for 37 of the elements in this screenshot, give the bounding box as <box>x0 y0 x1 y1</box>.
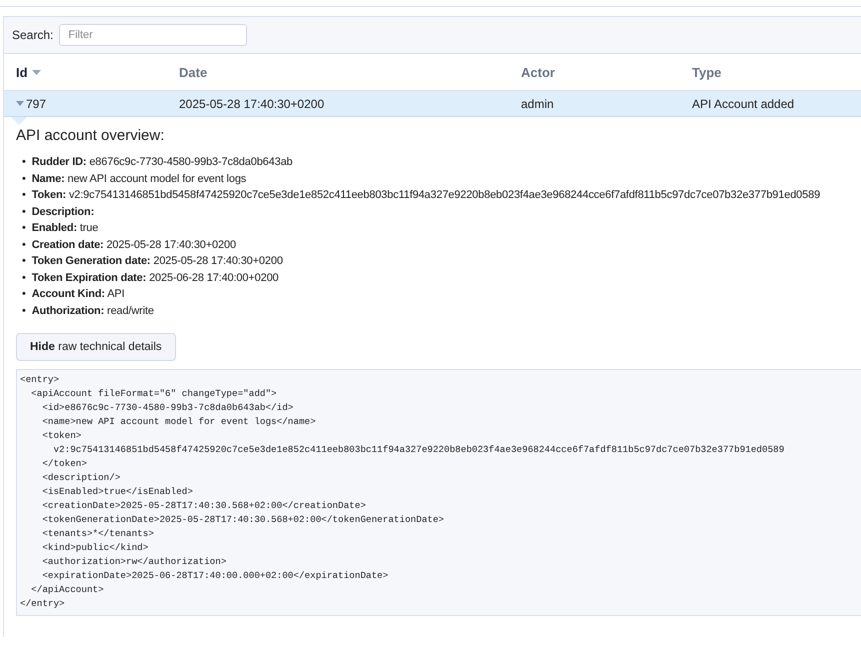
bullet: • <box>22 270 26 286</box>
table-cell: 797 <box>26 96 46 110</box>
bullet: • <box>22 254 26 269</box>
detail-item: Name: new API account model for event logs <box>32 172 246 186</box>
bullet: • <box>22 287 26 302</box>
bullet: • <box>22 238 26 252</box>
bullet: • <box>22 155 26 170</box>
table-row[interactable]: 797 2025-05-28 17:40:30+0200 admin API Account added <box>4 91 861 117</box>
detail-item: Enabled: true <box>32 221 98 236</box>
table-cell-text: admin <box>521 96 555 110</box>
bullet: • <box>22 304 26 318</box>
table-cell-text: 2025-05-28 17:40:30+0200 <box>179 96 326 110</box>
section-title: API account overview: <box>16 127 166 144</box>
bullet: • <box>22 221 26 236</box>
search-label: Search: <box>12 28 54 42</box>
column-header[interactable]: Type <box>692 64 861 80</box>
search-field[interactable]: Filter <box>59 24 248 46</box>
detail-item: Creation date: 2025-05-28 17:40:30+0200 <box>32 238 236 252</box>
bullet: • <box>22 204 26 220</box>
detail-item: Account Kind: API <box>32 287 125 302</box>
hide-details-button[interactable]: Hide raw technical details <box>16 333 176 361</box>
sort-caret-icon <box>32 70 41 74</box>
caret-icon[interactable] <box>16 101 24 106</box>
pointer-arrow <box>11 117 27 125</box>
xml-code-block: <entry> <apiAccount fileFormat="6" changeType="add"> <id>e8676c9c-7730-4580-99b3-7c8da0b643ab</id> <name>new API account model for event logs</name> <token> v2:9c75413146851bd5458f47425920c7ce5e3de1e852c411eeb803bc11f94a327e9220b8eb023f4ae3e968244cce6f7afdf811b5c97dc7ce07b32e377b91ed0589 </token> <description/> <isEnabled>true</isEnabled> <creationDate>2025-05-28T17:40:30.568+02:00</creationDate> <tokenGenerationDate>2025-05-28T17:40:30.568+02:00</tokenGenerationDate> <tenants>*</tenants> <kind>public</kind> <authorization>rw</authorization> <expirationDate>2025-06-28T17:40:00.000+02:00</expirationDate> </apiAccount> </entry> <box>16 369 861 616</box>
detail-item: Rudder ID: e8676c9c-7730-4580-99b3-7c8da0b643ab <box>32 155 293 170</box>
column-header[interactable]: Actor <box>521 64 692 80</box>
column-header[interactable]: Id <box>16 64 179 80</box>
bullet: • <box>22 188 26 203</box>
bullet: • <box>22 172 26 186</box>
detail-item: Authorization: read/write <box>32 304 154 318</box>
detail-item: Token Generation date: 2025-05-28 17:40:30+0200 <box>32 254 283 269</box>
detail-item: Token: v2:9c75413146851bd5458f47425920c7ce5e3de1e852c411eeb803bc11f94a327e9220b8eb023f4ae3e968244cce6f7afdf811b5c97dc7ce07b32e377b91ed0589 <box>32 188 820 203</box>
detail-item: Token Expiration date: 2025-06-28 17:40:00+0200 <box>32 270 279 286</box>
table-cell-text: API Account added <box>692 96 796 110</box>
column-header[interactable]: Date <box>179 64 521 80</box>
detail-item: Description: <box>32 204 94 220</box>
